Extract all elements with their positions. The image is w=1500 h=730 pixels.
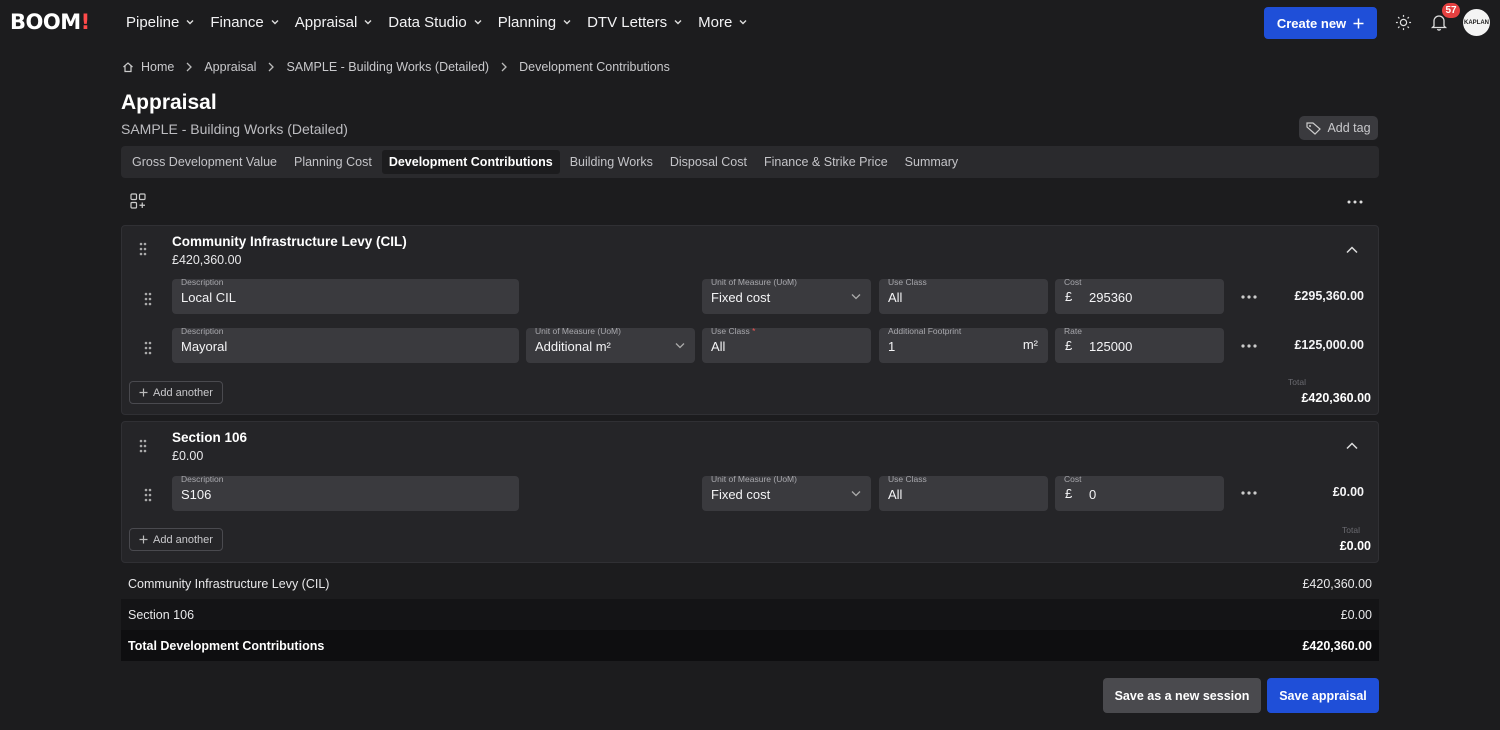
nav-item-finance[interactable]: Finance <box>210 14 279 31</box>
row-total: £0.00 <box>1332 485 1364 499</box>
description-field[interactable]: Description Mayoral <box>172 326 519 363</box>
chevron-right-icon <box>269 62 275 72</box>
more-options-icon[interactable] <box>1240 490 1258 496</box>
add-another-button[interactable]: Add another <box>129 381 223 404</box>
nav-item-data-studio[interactable]: Data Studio <box>388 14 482 31</box>
chevron-down-icon <box>186 20 194 25</box>
chevron-up-icon[interactable] <box>1345 441 1359 451</box>
uom-select[interactable]: Unit of Measure (UoM) Additional m² <box>526 326 695 363</box>
more-options-icon[interactable] <box>1346 195 1364 209</box>
use-class-field[interactable]: Use Class * All <box>702 326 871 363</box>
nav-item-dtv-letters[interactable]: DTV Letters <box>587 14 683 31</box>
drag-handle-icon[interactable] <box>143 488 153 502</box>
s106-section: Section 106 £0.00 Description S106 Unit o… <box>121 421 1379 563</box>
plus-icon <box>1353 18 1364 28</box>
summary-row-s106: Section 106 £0.00 <box>121 599 1379 630</box>
drag-handle-icon[interactable] <box>143 341 153 355</box>
notification-badge: 57 <box>1442 3 1460 18</box>
breadcrumb-current: Development Contributions <box>519 60 670 74</box>
breadcrumb: Home Appraisal SAMPLE - Building Works (… <box>122 60 670 74</box>
plus-icon <box>139 535 148 544</box>
summary-row-cil: Community Infrastructure Levy (CIL) £420,… <box>128 576 1372 591</box>
tab-building-works[interactable]: Building Works <box>563 150 660 174</box>
drag-handle-icon[interactable] <box>143 292 153 306</box>
chevron-down-icon <box>675 343 685 349</box>
nav-item-planning[interactable]: Planning <box>498 14 572 31</box>
drag-handle-icon[interactable] <box>138 242 148 256</box>
add-another-button[interactable]: Add another <box>129 528 223 551</box>
additional-footprint-field[interactable]: Additional Footprint 1 m² <box>879 326 1048 363</box>
section-total-label: Total <box>1288 377 1306 387</box>
tab-summary[interactable]: Summary <box>898 150 965 174</box>
chevron-right-icon <box>186 62 193 72</box>
section-amount: £0.00 <box>172 449 204 463</box>
nav-item-appraisal[interactable]: Appraisal <box>295 14 374 31</box>
chevron-down-icon <box>271 20 279 25</box>
section-title: Community Infrastructure Levy (CIL) <box>172 234 407 249</box>
section-title: Section 106 <box>172 430 248 445</box>
cil-section: Community Infrastructure Levy (CIL) £420… <box>121 225 1379 415</box>
nav-item-pipeline[interactable]: Pipeline <box>126 14 195 31</box>
page-subtitle: SAMPLE - Building Works (Detailed) <box>121 121 348 137</box>
add-widget-icon[interactable] <box>130 193 146 209</box>
section-total-label: Total <box>1342 525 1360 535</box>
nav-item-more[interactable]: More <box>698 14 748 31</box>
add-tag-button[interactable]: Add tag <box>1299 116 1378 140</box>
chevron-down-icon <box>739 20 747 25</box>
chevron-right-icon <box>501 62 508 72</box>
chevron-down-icon <box>364 20 372 25</box>
sun-icon[interactable] <box>1395 14 1412 31</box>
summary-row-total: Total Development Contributions £420,360.… <box>121 630 1379 661</box>
cost-field[interactable]: Cost £0 <box>1055 474 1224 511</box>
uom-select[interactable]: Unit of Measure (UoM) Fixed cost <box>702 474 871 511</box>
breadcrumb-home[interactable]: Home <box>122 60 174 74</box>
description-field[interactable]: Description S106 <box>172 474 519 511</box>
more-options-icon[interactable] <box>1240 294 1258 300</box>
tab-development-contributions[interactable]: Development Contributions <box>381 150 560 174</box>
section-total-value: £0.00 <box>1339 539 1371 553</box>
row-total: £125,000.00 <box>1294 338 1364 352</box>
boom-logo[interactable]: BOOM! <box>10 10 90 34</box>
avatar[interactable]: KAPLAN <box>1463 9 1490 36</box>
tag-icon <box>1306 121 1322 135</box>
create-new-button[interactable]: Create new <box>1264 7 1377 39</box>
page-title: Appraisal <box>121 91 217 114</box>
chevron-down-icon <box>851 294 861 300</box>
cost-field[interactable]: Cost £295360 <box>1055 277 1224 314</box>
save-appraisal-button[interactable]: Save appraisal <box>1267 678 1379 713</box>
drag-handle-icon[interactable] <box>138 439 148 453</box>
use-class-field[interactable]: Use Class All <box>879 474 1048 511</box>
section-total-value: £420,360.00 <box>1301 391 1371 405</box>
tab-planning-cost[interactable]: Planning Cost <box>287 150 379 174</box>
rate-field[interactable]: Rate £125000 <box>1055 326 1224 363</box>
chevron-up-icon[interactable] <box>1345 245 1359 255</box>
chevron-down-icon <box>674 20 682 25</box>
tab-gross-development-value[interactable]: Gross Development Value <box>125 150 284 174</box>
more-options-icon[interactable] <box>1240 343 1258 349</box>
chevron-down-icon <box>474 20 482 25</box>
tab-disposal-cost[interactable]: Disposal Cost <box>663 150 754 174</box>
top-nav: BOOM! Pipeline Finance Appraisal Data St… <box>0 0 1500 44</box>
chevron-down-icon <box>851 491 861 497</box>
tab-bar: Gross Development Value Planning Cost De… <box>121 146 1379 178</box>
uom-select[interactable]: Unit of Measure (UoM) Fixed cost <box>702 277 871 314</box>
nav-menu: Pipeline Finance Appraisal Data Studio P… <box>126 0 763 44</box>
plus-icon <box>139 388 148 397</box>
save-as-new-session-button[interactable]: Save as a new session <box>1103 678 1261 713</box>
use-class-field[interactable]: Use Class All <box>879 277 1048 314</box>
breadcrumb-sample[interactable]: SAMPLE - Building Works (Detailed) <box>286 60 489 74</box>
section-amount: £420,360.00 <box>172 253 242 267</box>
description-field[interactable]: Description Local CIL <box>172 277 519 314</box>
chevron-down-icon <box>563 20 571 25</box>
breadcrumb-appraisal[interactable]: Appraisal <box>204 60 256 74</box>
home-icon <box>123 62 133 73</box>
tab-finance-strike-price[interactable]: Finance & Strike Price <box>757 150 895 174</box>
row-total: £295,360.00 <box>1294 289 1364 303</box>
